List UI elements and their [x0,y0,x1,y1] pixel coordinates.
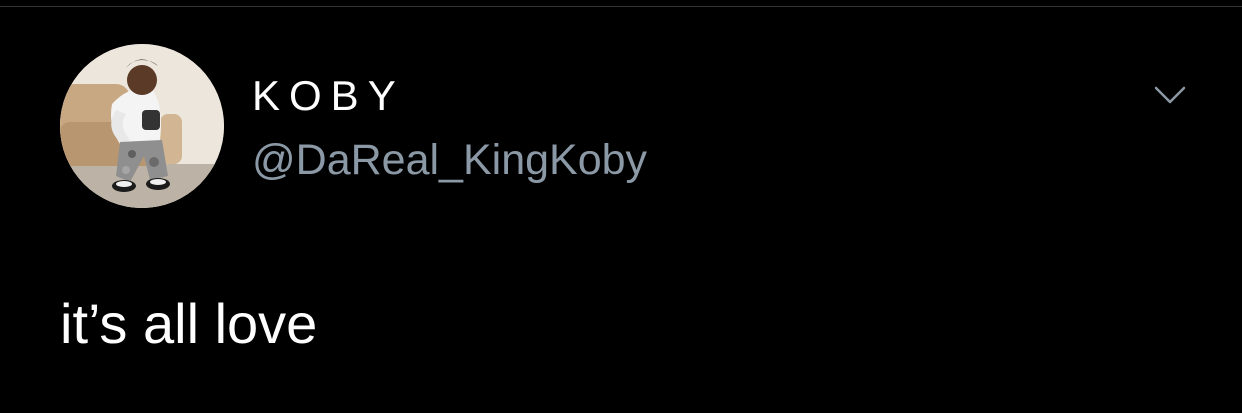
avatar[interactable] [60,44,224,208]
tweet-text: it’s all love [60,292,318,355]
chevron-down-icon [1154,86,1186,104]
avatar-photo [60,44,224,208]
user-handle[interactable]: @DaReal_KingKoby [252,135,647,185]
display-name[interactable]: KOBY [252,72,405,120]
tweet-menu-button[interactable] [1150,80,1190,110]
tweet-card: KOBY @DaReal_KingKoby it’s all love [0,0,1242,413]
